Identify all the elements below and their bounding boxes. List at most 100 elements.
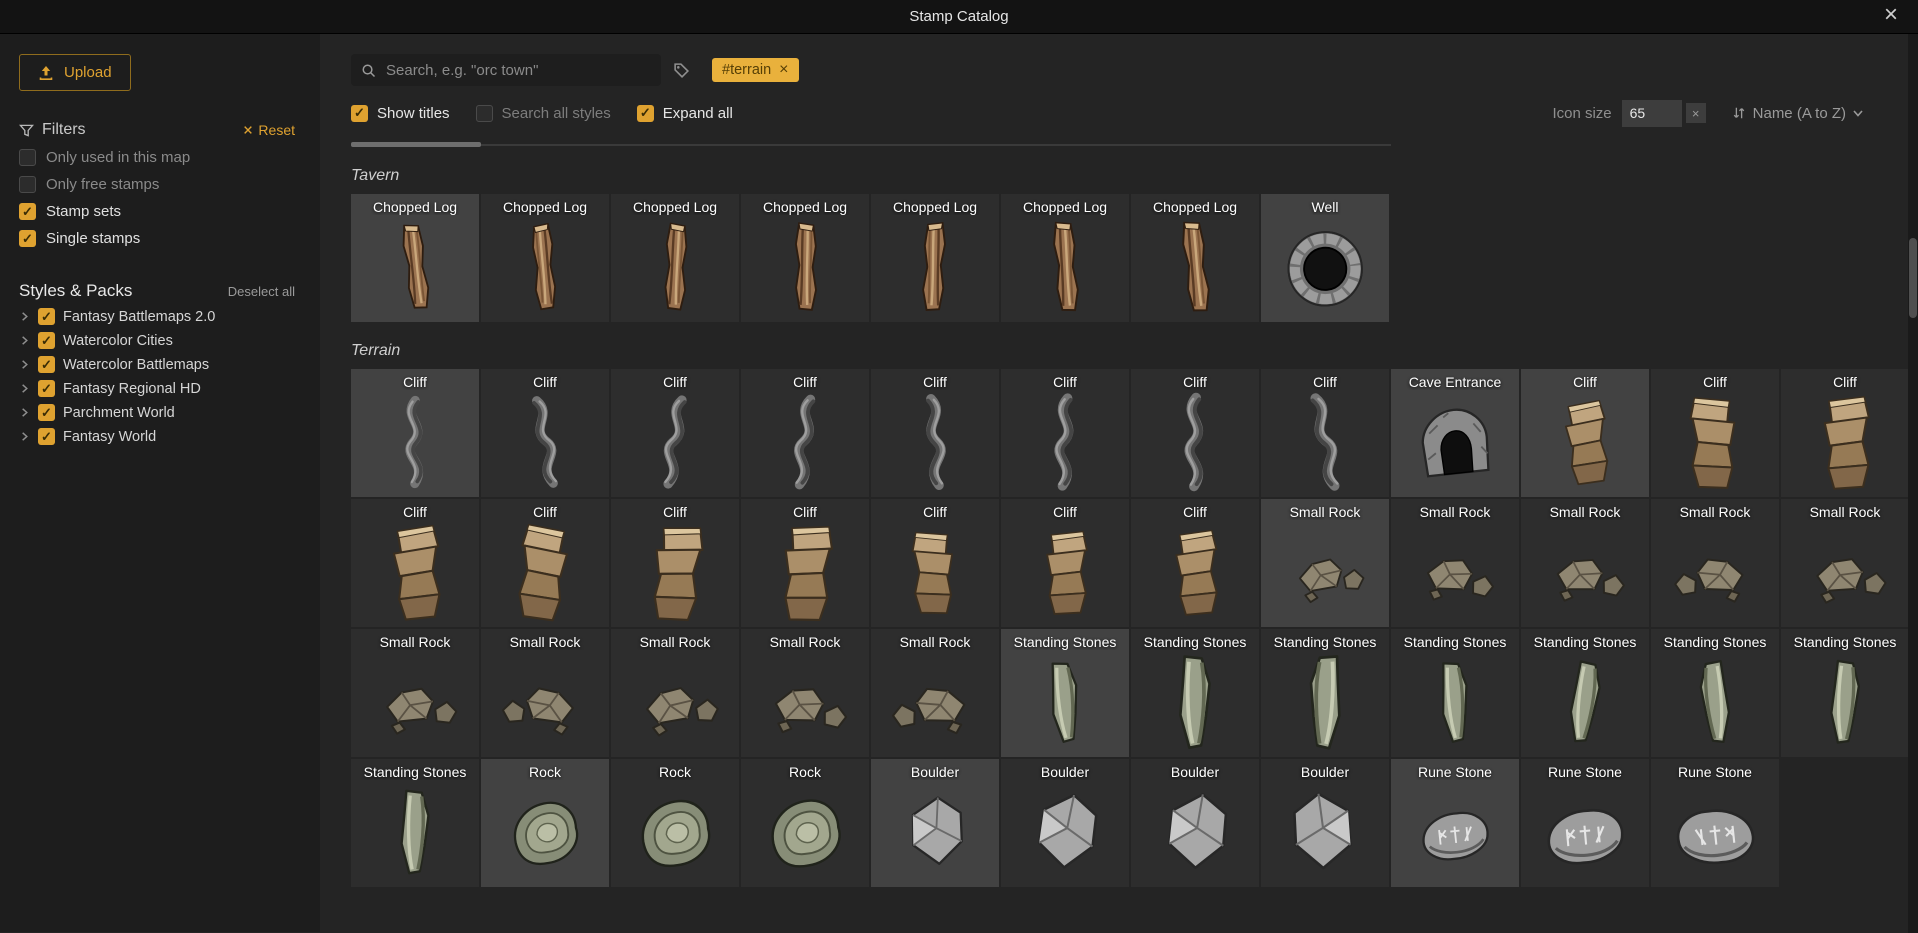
icon-size-input[interactable]	[1622, 100, 1682, 127]
stamp-well[interactable]: Well	[1261, 194, 1389, 322]
stamp-small-rock[interactable]: Small Rock	[481, 629, 609, 757]
stamp-rune-stone[interactable]: Rune Stone	[1521, 759, 1649, 887]
tag-icon[interactable]	[673, 62, 690, 79]
stamp-standing-stones[interactable]: Standing Stones	[1261, 629, 1389, 757]
stamp-cliff[interactable]: Cliff	[611, 369, 739, 497]
pack-watercolor-cities[interactable]: ✓Watercolor Cities	[19, 332, 301, 349]
stamp-cliff[interactable]: Cliff	[1001, 369, 1129, 497]
stamp-cliff[interactable]: Cliff	[1001, 499, 1129, 627]
close-button[interactable]: ×	[1878, 2, 1904, 28]
stamp-standing-stones[interactable]: Standing Stones	[1131, 629, 1259, 757]
stamp-cliff[interactable]: Cliff	[1131, 369, 1259, 497]
chevron-right-icon[interactable]	[19, 383, 30, 394]
stamp-chopped-log[interactable]: Chopped Log	[741, 194, 869, 322]
pack-parchment-world[interactable]: ✓Parchment World	[19, 404, 301, 421]
stamp-chopped-log[interactable]: Chopped Log	[1001, 194, 1129, 322]
stamp-chopped-log[interactable]: Chopped Log	[1131, 194, 1259, 322]
checkbox-icon[interactable]: ✓	[637, 105, 654, 122]
stamp-cliff[interactable]: Cliff	[1261, 369, 1389, 497]
stamp-chopped-log[interactable]: Chopped Log	[611, 194, 739, 322]
sort-dropdown[interactable]: Name (A to Z)	[1732, 105, 1863, 122]
stamp-chopped-log[interactable]: Chopped Log	[871, 194, 999, 322]
filter-only-used-in-this-map[interactable]: Only used in this map	[19, 149, 301, 166]
tag-chip-terrain[interactable]: #terrain ×	[712, 58, 799, 82]
stamp-small-rock[interactable]: Small Rock	[1391, 499, 1519, 627]
stamp-small-rock[interactable]: Small Rock	[871, 629, 999, 757]
search-input[interactable]	[384, 61, 651, 80]
stamp-rock[interactable]: Rock	[481, 759, 609, 887]
checkbox-icon[interactable]: ✓	[38, 380, 55, 397]
scrollbar-thumb[interactable]	[351, 142, 481, 147]
stamp-rune-stone[interactable]: Rune Stone	[1651, 759, 1779, 887]
filter-single-stamps[interactable]: ✓Single stamps	[19, 230, 301, 247]
chevron-right-icon[interactable]	[19, 431, 30, 442]
stamp-standing-stones[interactable]: Standing Stones	[1521, 629, 1649, 757]
stamp-small-rock[interactable]: Small Rock	[1651, 499, 1779, 627]
option-search-all-styles[interactable]: Search all styles	[476, 105, 611, 122]
stamp-cave-entrance[interactable]: Cave Entrance	[1391, 369, 1519, 497]
search-field[interactable]	[351, 54, 661, 86]
stamp-cliff[interactable]: Cliff	[351, 369, 479, 497]
checkbox-icon[interactable]: ✓	[38, 428, 55, 445]
stamp-boulder[interactable]: Boulder	[1261, 759, 1389, 887]
stamp-cliff[interactable]: Cliff	[481, 369, 609, 497]
stamp-chopped-log[interactable]: Chopped Log	[481, 194, 609, 322]
pack-fantasy-regional-hd[interactable]: ✓Fantasy Regional HD	[19, 380, 301, 397]
stamp-standing-stones[interactable]: Standing Stones	[1001, 629, 1129, 757]
checkbox-icon[interactable]: ✓	[351, 105, 368, 122]
checkbox-icon[interactable]: ✓	[19, 230, 36, 247]
horizontal-scrollbar[interactable]	[351, 142, 1391, 147]
stamp-cliff[interactable]: Cliff	[1781, 369, 1909, 497]
pack-watercolor-battlemaps[interactable]: ✓Watercolor Battlemaps	[19, 356, 301, 373]
stamp-small-rock[interactable]: Small Rock	[1781, 499, 1909, 627]
stamp-standing-stones[interactable]: Standing Stones	[351, 759, 479, 887]
stamp-cliff[interactable]: Cliff	[871, 499, 999, 627]
clear-icon-size-button[interactable]: ×	[1686, 103, 1706, 123]
stamp-standing-stones[interactable]: Standing Stones	[1391, 629, 1519, 757]
reset-filters-button[interactable]: Reset	[237, 121, 301, 139]
stamp-cliff[interactable]: Cliff	[611, 499, 739, 627]
stamp-cliff[interactable]: Cliff	[1131, 499, 1259, 627]
remove-tag-icon[interactable]: ×	[779, 62, 788, 78]
checkbox-icon[interactable]	[476, 105, 493, 122]
chevron-right-icon[interactable]	[19, 311, 30, 322]
checkbox-icon[interactable]: ✓	[38, 404, 55, 421]
filter-stamp-sets[interactable]: ✓Stamp sets	[19, 203, 301, 220]
chevron-right-icon[interactable]	[19, 335, 30, 346]
stamp-cliff[interactable]: Cliff	[1651, 369, 1779, 497]
checkbox-icon[interactable]: ✓	[38, 356, 55, 373]
checkbox-icon[interactable]: ✓	[38, 332, 55, 349]
checkbox-icon[interactable]: ✓	[38, 308, 55, 325]
stamp-boulder[interactable]: Boulder	[1131, 759, 1259, 887]
chevron-right-icon[interactable]	[19, 359, 30, 370]
checkbox-icon[interactable]	[19, 176, 36, 193]
stamp-chopped-log[interactable]: Chopped Log	[351, 194, 479, 322]
deselect-all-button[interactable]: Deselect all	[222, 283, 301, 300]
filter-only-free-stamps[interactable]: Only free stamps	[19, 176, 301, 193]
stamp-cliff[interactable]: Cliff	[351, 499, 479, 627]
stamp-boulder[interactable]: Boulder	[871, 759, 999, 887]
stamp-cliff[interactable]: Cliff	[741, 499, 869, 627]
chevron-right-icon[interactable]	[19, 407, 30, 418]
stamp-cliff[interactable]: Cliff	[481, 499, 609, 627]
upload-button[interactable]: Upload	[19, 54, 131, 91]
stamp-small-rock[interactable]: Small Rock	[351, 629, 479, 757]
stamp-cliff[interactable]: Cliff	[741, 369, 869, 497]
stamp-boulder[interactable]: Boulder	[1001, 759, 1129, 887]
checkbox-icon[interactable]: ✓	[19, 203, 36, 220]
stamp-rock[interactable]: Rock	[611, 759, 739, 887]
stamp-small-rock[interactable]: Small Rock	[611, 629, 739, 757]
stamp-standing-stones[interactable]: Standing Stones	[1651, 629, 1779, 757]
stamp-small-rock[interactable]: Small Rock	[1261, 499, 1389, 627]
stamp-cliff[interactable]: Cliff	[1521, 369, 1649, 497]
stamp-rock[interactable]: Rock	[741, 759, 869, 887]
stamp-standing-stones[interactable]: Standing Stones	[1781, 629, 1909, 757]
vertical-scrollbar[interactable]	[1908, 34, 1918, 933]
pack-fantasy-world[interactable]: ✓Fantasy World	[19, 428, 301, 445]
stamp-small-rock[interactable]: Small Rock	[1521, 499, 1649, 627]
option-expand-all[interactable]: ✓Expand all	[637, 105, 733, 122]
stamp-rune-stone[interactable]: Rune Stone	[1391, 759, 1519, 887]
pack-fantasy-battlemaps-2-0[interactable]: ✓Fantasy Battlemaps 2.0	[19, 308, 301, 325]
checkbox-icon[interactable]	[19, 149, 36, 166]
stamp-cliff[interactable]: Cliff	[871, 369, 999, 497]
